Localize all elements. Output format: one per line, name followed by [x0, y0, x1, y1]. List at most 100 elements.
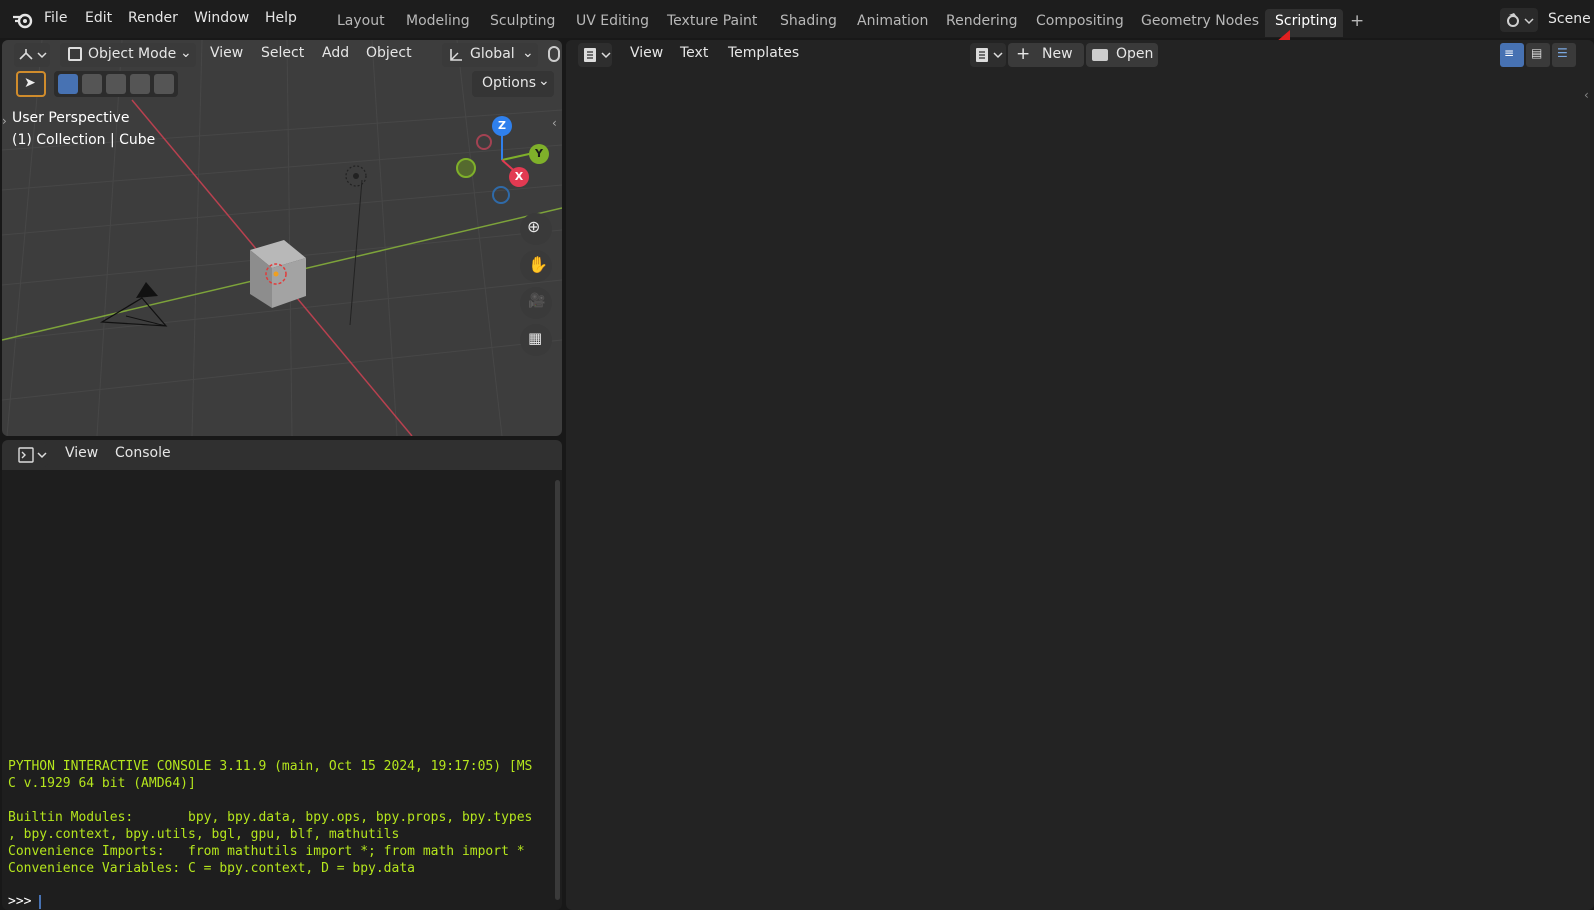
- options-dropdown[interactable]: Options ⌄: [472, 71, 554, 97]
- perspective-toggle-button[interactable]: ▦: [520, 324, 552, 356]
- select-invert-icon[interactable]: [130, 74, 150, 94]
- tab-geometry-nodes[interactable]: Geometry Nodes: [1141, 13, 1259, 29]
- text-cursor: [39, 894, 42, 909]
- cube-object[interactable]: [242, 236, 312, 316]
- text-editor-menu-view[interactable]: View: [630, 45, 663, 61]
- new-text-button[interactable]: + New: [1008, 43, 1084, 67]
- pan-button[interactable]: ✋: [520, 250, 552, 282]
- console-editor-type-button[interactable]: [14, 443, 48, 467]
- console-scrollbar[interactable]: [555, 480, 560, 900]
- word-wrap-toggle[interactable]: ▤: [1526, 43, 1550, 67]
- axis-neg-x-icon[interactable]: [476, 134, 492, 150]
- options-label: Options: [482, 75, 537, 91]
- text-editor-header: View Text Templates + New Open ≡ ▤ ☰: [566, 40, 1594, 70]
- tab-texture-paint[interactable]: Texture Paint: [667, 13, 757, 29]
- console-imports-line: Convenience Imports: from mathutils impo…: [8, 844, 525, 859]
- menu-help[interactable]: Help: [265, 10, 297, 26]
- console-menu-console[interactable]: Console: [115, 445, 171, 461]
- menu-render[interactable]: Render: [128, 10, 178, 26]
- word-wrap-icon: ▤: [1531, 46, 1543, 60]
- text-editor-menu-templates[interactable]: Templates: [728, 45, 799, 61]
- selection-mode-group: [54, 71, 178, 97]
- tab-rendering[interactable]: Rendering: [946, 13, 1018, 29]
- menu-file[interactable]: File: [44, 10, 67, 26]
- viewport-menu-add[interactable]: Add: [322, 45, 349, 61]
- viewport-menu-object[interactable]: Object: [366, 45, 412, 61]
- sidebar-expand-icon[interactable]: ‹: [552, 116, 557, 130]
- console-modules-line: , bpy.context, bpy.utils, bgl, gpu, blf,…: [8, 827, 400, 842]
- viewport-perspective-label: User Perspective: [12, 110, 130, 126]
- select-subtract-icon[interactable]: [106, 74, 126, 94]
- python-console-panel[interactable]: View Console PYTHON INTERACTIVE CONSOLE …: [2, 440, 562, 910]
- new-text-label: New: [1042, 46, 1073, 62]
- viewport-header: Object Mode ⌄ View Select Add Object Glo…: [2, 40, 562, 70]
- select-intersect-icon[interactable]: [154, 74, 174, 94]
- blender-logo-icon[interactable]: [12, 11, 34, 29]
- tab-uv-editing[interactable]: UV Editing: [576, 13, 649, 29]
- text-sidebar-expand-icon[interactable]: ‹: [1584, 88, 1589, 102]
- text-datablock-browse-button[interactable]: [970, 43, 1006, 67]
- text-editor-menu-text[interactable]: Text: [680, 45, 708, 61]
- console-prompt[interactable]: >>>: [8, 893, 42, 910]
- grid-perspective-icon: ▦: [528, 329, 543, 347]
- object-mode-dropdown[interactable]: Object Mode ⌄: [60, 43, 196, 67]
- axis-neg-z-icon[interactable]: [492, 186, 510, 204]
- console-modules-line: Builtin Modules: bpy, bpy.data, bpy.ops,…: [8, 810, 533, 825]
- syntax-highlight-toggle[interactable]: ☰: [1552, 43, 1576, 67]
- viewport-menu-view[interactable]: View: [210, 45, 243, 61]
- viewport-editor-icon: [19, 49, 47, 60]
- orientation-dropdown[interactable]: Global ⌄: [442, 43, 538, 67]
- snap-icon[interactable]: [548, 46, 560, 62]
- text-datablock-icon: [976, 48, 1003, 62]
- line-numbers-icon: ≡: [1504, 46, 1515, 60]
- toolbar-expand-icon[interactable]: ›: [2, 114, 7, 128]
- console-prompt-text: >>>: [8, 894, 40, 909]
- transform-orientation-icon: [450, 49, 462, 61]
- text-editor-type-button[interactable]: [578, 43, 612, 67]
- tab-layout[interactable]: Layout: [337, 13, 385, 29]
- zoom-button[interactable]: ⊕: [520, 213, 552, 245]
- top-bar: File Edit Render Window Help Layout Mode…: [0, 0, 1594, 38]
- light-object[interactable]: [342, 162, 370, 190]
- console-icon: [18, 447, 47, 463]
- text-editor-panel[interactable]: View Text Templates + New Open ≡ ▤ ☰ ‹: [566, 40, 1594, 910]
- plus-icon: +: [1016, 44, 1031, 64]
- viewport-panel[interactable]: Object Mode ⌄ View Select Add Object Glo…: [2, 40, 562, 436]
- axis-z-icon[interactable]: Z: [492, 116, 512, 136]
- select-tool-button[interactable]: ➤: [16, 71, 46, 97]
- select-extend-icon[interactable]: [82, 74, 102, 94]
- menu-edit[interactable]: Edit: [85, 10, 112, 26]
- console-header: View Console: [2, 440, 562, 470]
- open-text-button[interactable]: Open: [1086, 43, 1158, 67]
- editor-type-button[interactable]: [14, 43, 50, 67]
- chevron-down-icon: ⌄: [538, 73, 550, 89]
- add-workspace-button[interactable]: +: [1350, 11, 1364, 31]
- tab-modeling[interactable]: Modeling: [406, 13, 470, 29]
- object-mode-label: Object Mode: [88, 46, 177, 62]
- chevron-down-icon: ⌄: [180, 45, 192, 61]
- tab-sculpting[interactable]: Sculpting: [490, 13, 555, 29]
- scene-name[interactable]: Scene: [1548, 11, 1591, 27]
- camera-object[interactable]: [96, 276, 176, 336]
- hand-icon: ✋: [528, 255, 548, 274]
- tab-shading[interactable]: Shading: [780, 13, 837, 29]
- console-variables-line: Convenience Variables: C = bpy.context, …: [8, 861, 415, 876]
- line-numbers-toggle[interactable]: ≡: [1500, 43, 1524, 67]
- menu-window[interactable]: Window: [194, 10, 249, 26]
- zoom-icon: ⊕: [527, 217, 541, 236]
- console-menu-view[interactable]: View: [65, 445, 98, 461]
- tab-compositing[interactable]: Compositing: [1036, 13, 1124, 29]
- scene-selector-button[interactable]: [1500, 8, 1538, 32]
- folder-icon: [1092, 49, 1108, 61]
- axis-y-icon[interactable]: Y: [529, 144, 549, 164]
- camera-view-button[interactable]: 🎥: [520, 287, 552, 319]
- axis-x-icon[interactable]: X: [509, 167, 529, 187]
- tab-animation[interactable]: Animation: [857, 13, 928, 29]
- cursor-icon: ➤: [24, 75, 36, 91]
- text-editor-icon: [584, 48, 611, 62]
- axis-neg-y-icon[interactable]: [456, 158, 476, 178]
- object-mode-icon: [68, 47, 82, 61]
- tab-scripting[interactable]: Scripting: [1275, 13, 1337, 29]
- select-new-icon[interactable]: [58, 74, 78, 94]
- viewport-menu-select[interactable]: Select: [261, 45, 304, 61]
